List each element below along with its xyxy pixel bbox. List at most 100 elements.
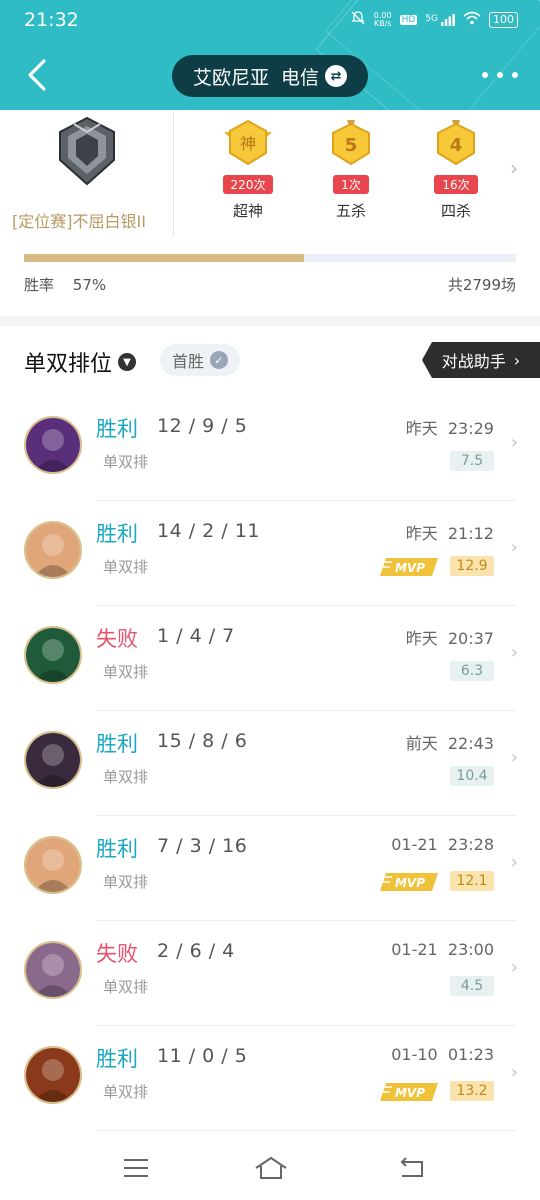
champion-avatar	[24, 941, 82, 999]
net-speed: 0.00 KB/s	[373, 10, 392, 28]
battery-icon: 100	[489, 11, 518, 28]
match-time: 前天 22:43	[405, 734, 494, 753]
mute-icon	[350, 10, 366, 29]
rank-summary: [定位赛]不屈白银II 神 220次 超神 5 1次 五杀 4 16次 四杀 ›	[0, 110, 540, 320]
match-result: 胜利	[96, 417, 138, 441]
chevron-right-icon: ›	[510, 747, 518, 768]
match-kda: 11 / 0 / 5	[157, 1045, 248, 1067]
match-time: 01-21 23:00	[391, 940, 494, 959]
back-nav-button[interactable]	[396, 1154, 428, 1182]
chevron-down-icon: ▼	[118, 353, 137, 371]
chevron-right-icon: ›	[513, 350, 521, 370]
badge-quadrakill[interactable]: 4 16次 四杀	[420, 118, 492, 221]
match-kda: 14 / 2 / 11	[157, 520, 260, 542]
champion-avatar	[24, 1046, 82, 1104]
divider	[173, 110, 174, 236]
match-time: 昨天 23:29	[405, 419, 494, 438]
menu-button[interactable]	[120, 1154, 152, 1182]
system-nav-bar	[0, 1140, 540, 1200]
chevron-right-icon: ›	[510, 537, 518, 558]
match-score: 10.4	[450, 766, 494, 786]
chevron-right-icon: ›	[510, 957, 518, 978]
match-time: 01-21 23:28	[391, 835, 494, 854]
match-row[interactable]: 胜利 15 / 8 / 6 单双排 前天 22:43 10.4 ›	[0, 711, 540, 816]
badge-glyph: 神	[240, 134, 256, 153]
match-result: 胜利	[96, 1047, 138, 1071]
pentakill-badge-icon: 5	[332, 120, 370, 166]
match-time: 01-10 01:23	[391, 1045, 494, 1064]
match-score: 12.1	[450, 871, 494, 891]
hd-icon: HD	[399, 14, 418, 25]
match-row[interactable]: 胜利 14 / 2 / 11 单双排 昨天 21:12 MVP 12.9 ›	[0, 501, 540, 606]
section-separator	[0, 316, 540, 326]
match-mode: 单双排	[103, 558, 149, 576]
back-button[interactable]	[24, 57, 60, 93]
match-row[interactable]: 胜利 11 / 0 / 5 单双排 01-10 01:23 MVP 13.2 ›	[0, 1026, 540, 1131]
chevron-left-icon	[28, 59, 46, 91]
chevron-right-icon: ›	[510, 852, 518, 873]
queue-selector[interactable]: 单双排位 ▼	[24, 346, 137, 378]
row-divider	[96, 1130, 516, 1131]
server-selector[interactable]: 艾欧尼亚 电信 ⇄	[172, 55, 368, 97]
win-rate-fill	[24, 254, 305, 262]
status-bar: 21:32 0.00 KB/s HD 5G 100	[0, 0, 540, 44]
badge-legendary[interactable]: 神 220次 超神	[212, 118, 284, 221]
champion-avatar	[24, 521, 82, 579]
match-mode: 单双排	[103, 453, 149, 471]
section-header: 单双排位 ▼ 首胜 ✓ 对战助手 ›	[0, 326, 540, 396]
badge-pentakill[interactable]: 5 1次 五杀	[315, 118, 387, 221]
match-time: 昨天 20:37	[405, 629, 494, 648]
champion-portrait-icon	[26, 838, 80, 892]
menu-icon	[124, 1159, 148, 1177]
match-result: 失败	[96, 942, 138, 966]
match-kda: 12 / 9 / 5	[157, 415, 248, 437]
champion-avatar	[24, 836, 82, 894]
badge-name: 超神	[232, 202, 263, 220]
status-time: 21:32	[24, 9, 79, 31]
battle-assistant-button[interactable]: 对战助手 ›	[422, 342, 540, 378]
champion-portrait-icon	[26, 418, 80, 472]
mvp-badge-icon: MVP	[380, 556, 438, 578]
match-score: 4.5	[450, 976, 494, 996]
badge-glyph: 4	[450, 135, 463, 156]
more-button[interactable]	[480, 62, 520, 88]
win-rate-bar	[24, 254, 516, 262]
match-result: 胜利	[96, 732, 138, 756]
app-header: 21:32 0.00 KB/s HD 5G 100 艾欧尼亚 电信 ⇄	[0, 0, 540, 110]
mvp-badge-icon: MVP	[380, 871, 438, 893]
chevron-right-icon[interactable]: ›	[510, 156, 518, 180]
match-mode: 单双排	[103, 768, 149, 786]
signal-label: 5G	[425, 13, 438, 24]
match-row[interactable]: 胜利 7 / 3 / 16 单双排 01-21 23:28 MVP 12.1 ›	[0, 816, 540, 921]
status-icons: 0.00 KB/s HD 5G 100	[350, 10, 518, 29]
match-result: 失败	[96, 627, 138, 651]
champion-portrait-icon	[26, 628, 80, 682]
champion-portrait-icon	[26, 523, 80, 577]
first-win-tag[interactable]: 首胜 ✓	[160, 344, 241, 376]
battle-assistant-label: 对战助手	[441, 352, 506, 371]
match-mode: 单双排	[103, 663, 149, 681]
server-label: 艾欧尼亚 电信	[192, 66, 320, 89]
swap-icon: ⇄	[325, 65, 348, 87]
return-icon	[400, 1157, 423, 1177]
legendary-badge-icon: 神	[224, 119, 272, 166]
match-row[interactable]: 失败 2 / 6 / 4 单双排 01-21 23:00 4.5 ›	[0, 921, 540, 1026]
match-row[interactable]: 胜利 12 / 9 / 5 单双排 昨天 23:29 7.5 ›	[0, 396, 540, 501]
check-icon: ✓	[210, 351, 229, 369]
badge-glyph: 5	[345, 135, 358, 156]
quadrakill-badge-icon: 4	[437, 120, 475, 166]
match-score: 13.2	[450, 1081, 494, 1101]
match-result: 胜利	[96, 522, 138, 546]
match-row[interactable]: 失败 1 / 4 / 7 单双排 昨天 20:37 6.3 ›	[0, 606, 540, 711]
rank-emblem-icon[interactable]	[54, 116, 120, 186]
match-mode: 单双排	[103, 978, 149, 996]
badge-name: 五杀	[335, 202, 366, 220]
dot-icon	[482, 72, 488, 78]
mvp-badge-icon: MVP	[380, 1081, 438, 1103]
champion-portrait-icon	[26, 1048, 80, 1102]
home-button[interactable]	[254, 1154, 287, 1182]
wifi-icon	[463, 11, 481, 28]
match-time: 昨天 21:12	[405, 524, 494, 543]
chevron-right-icon: ›	[510, 1062, 518, 1083]
champion-portrait-icon	[26, 733, 80, 787]
